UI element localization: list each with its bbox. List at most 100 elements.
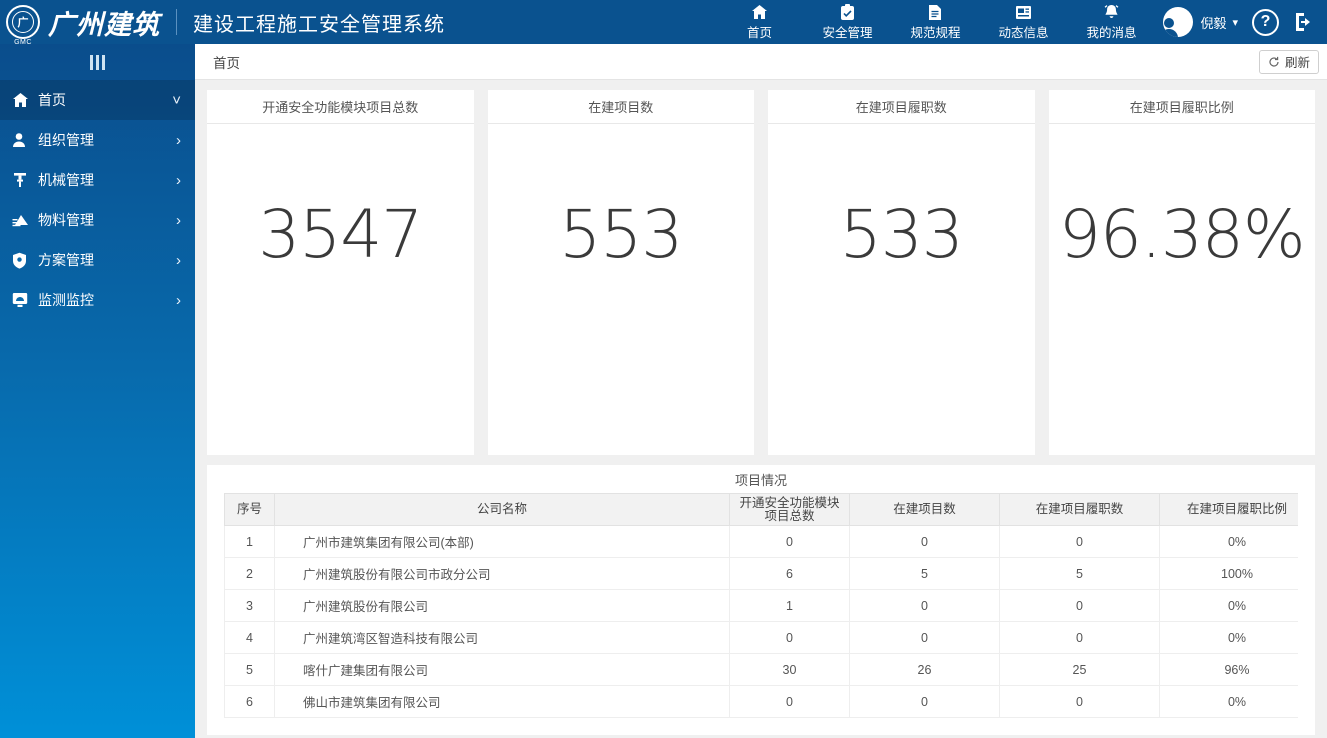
kpi-card-title: 在建项目数 [488, 90, 755, 124]
topnav-item-safety[interactable]: 安全管理 [803, 3, 891, 41]
monitor-icon [12, 292, 34, 308]
cell-company: 广州建筑股份有限公司市政分公司 [275, 558, 730, 590]
chevron-right-icon: › [176, 172, 181, 189]
cell-duty: 5 [1000, 558, 1160, 590]
document-icon [928, 3, 942, 21]
cell-duty: 25 [1000, 654, 1160, 686]
chevron-down-icon: ˅ [172, 92, 181, 109]
table-row[interactable]: 3 广州建筑股份有限公司 1 0 0 0% [225, 590, 1299, 622]
logout-icon[interactable] [1293, 11, 1315, 33]
table-row[interactable]: 4 广州建筑湾区智造科技有限公司 0 0 0 0% [225, 622, 1299, 654]
avatar[interactable] [1163, 7, 1193, 37]
cell-ratio: 96% [1160, 654, 1299, 686]
cell-duty: 0 [1000, 622, 1160, 654]
news-icon [1015, 3, 1032, 21]
kpi-card-value: 96.38% [1059, 124, 1305, 455]
sidebar-item-label: 物料管理 [38, 210, 94, 230]
help-icon[interactable]: ? [1252, 9, 1279, 36]
crane-icon [12, 172, 34, 188]
project-status-panel: 项目情况 序号 公司名称 开通安全功能模块项目总数 在建项目数 在建项目履职数 … [207, 465, 1315, 735]
cell-company: 广州建筑湾区智造科技有限公司 [275, 622, 730, 654]
chevron-right-icon: › [176, 212, 181, 229]
user-name: 倪毅 [1200, 13, 1226, 32]
topnav-item-messages[interactable]: 我的消息 [1067, 3, 1155, 41]
column-header-building: 在建项目数 [850, 494, 1000, 526]
sidebar-item-label: 首页 [38, 90, 66, 110]
sidebar-item-scheme[interactable]: 方案管理 › [0, 240, 195, 280]
cell-index: 5 [225, 654, 275, 686]
cell-building: 0 [850, 590, 1000, 622]
sidebar-item-label: 机械管理 [38, 170, 94, 190]
sidebar-item-machinery[interactable]: 机械管理 › [0, 160, 195, 200]
cell-company: 佛山市建筑集团有限公司 [275, 686, 730, 718]
table-header-row: 序号 公司名称 开通安全功能模块项目总数 在建项目数 在建项目履职数 在建项目履… [225, 494, 1299, 526]
cell-ratio: 0% [1160, 686, 1299, 718]
topnav-label: 首页 [747, 22, 772, 41]
home-icon [751, 3, 768, 21]
sidebar-item-label: 方案管理 [38, 250, 94, 270]
topnav-item-news[interactable]: 动态信息 [979, 3, 1067, 41]
cell-total: 6 [730, 558, 850, 590]
topnav-item-home[interactable]: 首页 [715, 3, 803, 41]
topnav-label: 动态信息 [998, 22, 1048, 41]
cell-building: 0 [850, 526, 1000, 558]
topnav-item-standards[interactable]: 规范规程 [891, 3, 979, 41]
refresh-button[interactable]: 刷新 [1259, 50, 1319, 74]
panel-title: 项目情况 [207, 465, 1315, 493]
chevron-right-icon: › [176, 252, 181, 269]
table-scroll-container: 序号 公司名称 开通安全功能模块项目总数 在建项目数 在建项目履职数 在建项目履… [224, 493, 1298, 735]
kpi-card-title: 开通安全功能模块项目总数 [207, 90, 474, 124]
cell-duty: 0 [1000, 526, 1160, 558]
cell-ratio: 0% [1160, 526, 1299, 558]
top-header: 广 GMC 广州建筑 建设工程施工安全管理系统 首页 安全管理 [0, 0, 1327, 44]
top-navigation: 首页 安全管理 规范规程 动态信息 [715, 3, 1155, 41]
sidebar-item-label: 监测监控 [38, 290, 94, 310]
cell-building: 0 [850, 686, 1000, 718]
user-icon [12, 132, 34, 148]
cell-total: 1 [730, 590, 850, 622]
table-row[interactable]: 6 佛山市建筑集团有限公司 0 0 0 0% [225, 686, 1299, 718]
cell-ratio: 0% [1160, 590, 1299, 622]
kpi-card-building-projects: 在建项目数 553 [488, 90, 755, 455]
app-root: 广 GMC 广州建筑 建设工程施工安全管理系统 首页 安全管理 [0, 0, 1327, 738]
table-row[interactable]: 1 广州市建筑集团有限公司(本部) 0 0 0 0% [225, 526, 1299, 558]
system-title: 建设工程施工安全管理系统 [193, 8, 445, 37]
column-header-duty: 在建项目履职数 [1000, 494, 1160, 526]
refresh-label: 刷新 [1285, 52, 1310, 71]
column-header-ratio: 在建项目履职比例 [1160, 494, 1299, 526]
cell-duty: 0 [1000, 686, 1160, 718]
company-logo-icon: 广 GMC [6, 5, 40, 39]
cell-total: 0 [730, 526, 850, 558]
sidebar-item-material[interactable]: 物料管理 › [0, 200, 195, 240]
home-icon [12, 92, 34, 108]
refresh-icon [1268, 56, 1280, 68]
kpi-card-duty-count: 在建项目履职数 533 [768, 90, 1035, 455]
sidebar-collapse-toggle[interactable] [0, 44, 195, 80]
sidebar-item-home[interactable]: 首页 ˅ [0, 80, 195, 120]
cell-company: 广州市建筑集团有限公司(本部) [275, 526, 730, 558]
kpi-card-title: 在建项目履职比例 [1049, 90, 1316, 124]
cell-ratio: 100% [1160, 558, 1299, 590]
column-header-company: 公司名称 [275, 494, 730, 526]
cell-total: 0 [730, 686, 850, 718]
user-zone: 倪毅 ▾ ? [1163, 7, 1321, 37]
menu-bars-icon [90, 55, 105, 70]
kpi-card-duty-ratio: 在建项目履职比例 96.38% [1049, 90, 1316, 455]
project-table: 序号 公司名称 开通安全功能模块项目总数 在建项目数 在建项目履职数 在建项目履… [224, 493, 1298, 718]
table-row[interactable]: 5 喀什广建集团有限公司 30 26 25 96% [225, 654, 1299, 686]
shield-icon [12, 252, 34, 269]
sidebar-item-organization[interactable]: 组织管理 › [0, 120, 195, 160]
material-icon [12, 213, 34, 228]
chevron-right-icon: › [176, 292, 181, 309]
cell-total: 30 [730, 654, 850, 686]
kpi-cards: 开通安全功能模块项目总数 3547 在建项目数 553 在建项目履职数 533 … [195, 80, 1327, 455]
chevron-down-icon[interactable]: ▾ [1232, 16, 1238, 29]
table-row[interactable]: 2 广州建筑股份有限公司市政分公司 6 5 5 100% [225, 558, 1299, 590]
sidebar-item-monitoring[interactable]: 监测监控 › [0, 280, 195, 320]
cell-building: 26 [850, 654, 1000, 686]
cell-company: 喀什广建集团有限公司 [275, 654, 730, 686]
brand-name: 广州建筑 [48, 3, 160, 42]
cell-total: 0 [730, 622, 850, 654]
cell-building: 0 [850, 622, 1000, 654]
clipboard-check-icon [840, 3, 855, 21]
